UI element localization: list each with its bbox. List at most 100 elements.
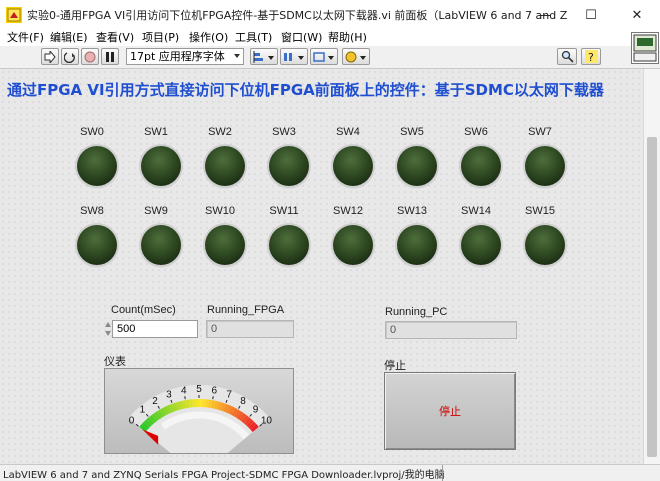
maximize-button[interactable]: ☐ xyxy=(568,0,614,30)
led-label-sw1: SW1 xyxy=(144,126,168,138)
count-label: Count(mSec) xyxy=(111,304,176,316)
gauge-tick-label: 0 xyxy=(129,415,135,426)
abort-icon xyxy=(84,51,96,62)
resize-objects-icon xyxy=(313,51,334,62)
align-objects-icon xyxy=(253,50,274,63)
led-label-sw5: SW5 xyxy=(400,126,424,138)
title-bar: 实验0-通用FPGA VI引用访问下位机FPGA控件-基于SDMC以太网下载器.… xyxy=(0,0,660,31)
maximize-icon: ☐ xyxy=(585,7,597,23)
count-input[interactable]: 500 xyxy=(112,320,198,338)
gauge-tick-label: 8 xyxy=(240,396,246,407)
distribute-objects-button[interactable] xyxy=(280,48,308,65)
stop-label: 停止 xyxy=(384,360,406,372)
align-objects-button[interactable] xyxy=(250,48,278,65)
gauge-tick-label: 10 xyxy=(261,415,273,426)
gauge-tick xyxy=(184,396,186,400)
run-continuously-button[interactable] xyxy=(61,48,79,65)
run-button[interactable] xyxy=(41,48,59,65)
abort-button[interactable] xyxy=(81,48,99,65)
led-label-sw7: SW7 xyxy=(528,126,552,138)
led-label-sw15: SW15 xyxy=(525,205,555,217)
led-label-sw11: SW11 xyxy=(269,205,299,217)
vertical-scrollbar[interactable] xyxy=(643,69,660,464)
chevron-down-icon xyxy=(234,54,240,58)
led-sw1[interactable] xyxy=(141,146,181,186)
count-spinner-icon[interactable] xyxy=(104,320,112,338)
context-help-button[interactable]: ? xyxy=(581,48,601,65)
led-sw9[interactable] xyxy=(141,225,181,265)
run-continuously-icon xyxy=(64,51,75,63)
led-sw2[interactable] xyxy=(205,146,245,186)
led-label-sw10: SW10 xyxy=(205,205,235,217)
labview-app-icon xyxy=(6,7,22,23)
context-help-icon: ? xyxy=(584,50,598,63)
running-fpga-indicator: 0 xyxy=(206,320,294,338)
font-select[interactable]: 17pt 应用程序字体 xyxy=(126,48,244,65)
led-label-sw14: SW14 xyxy=(461,205,491,217)
scrollbar-thumb[interactable] xyxy=(647,137,657,457)
menu-view[interactable]: 查看(V) xyxy=(96,30,134,46)
gauge-label: 仪表 xyxy=(104,356,126,368)
led-sw5[interactable] xyxy=(397,146,437,186)
menu-edit[interactable]: 编辑(E) xyxy=(50,30,88,46)
svg-text:?: ? xyxy=(588,51,594,63)
menu-operate[interactable]: 操作(O) xyxy=(189,30,228,46)
gauge-tick-label: 2 xyxy=(152,396,158,407)
close-button[interactable]: ✕ xyxy=(614,0,660,30)
search-button[interactable] xyxy=(557,48,577,65)
led-sw8[interactable] xyxy=(77,225,117,265)
gauge-tick-label: 9 xyxy=(253,405,259,416)
led-sw6[interactable] xyxy=(461,146,501,186)
running-fpga-label: Running_FPGA xyxy=(207,304,285,316)
led-label-sw3: SW3 xyxy=(272,126,296,138)
minimize-icon: — xyxy=(538,7,552,23)
gauge-tick-label: 3 xyxy=(166,389,172,400)
led-sw10[interactable] xyxy=(205,225,245,265)
pause-button[interactable] xyxy=(101,48,119,65)
menu-window[interactable]: 窗口(W) xyxy=(281,30,322,46)
menu-tools[interactable]: 工具(T) xyxy=(235,30,272,46)
led-label-sw6: SW6 xyxy=(464,126,488,138)
status-bar: LabVIEW 6 and 7 and ZYNQ Serials FPGA Pr… xyxy=(0,464,660,481)
led-sw15[interactable] xyxy=(525,225,565,265)
toolbar: 17pt 应用程序字体 ? xyxy=(0,32,660,69)
gauge-tick-label: 6 xyxy=(211,385,217,396)
gauge-tick-label: 5 xyxy=(196,384,202,395)
reorder-button[interactable] xyxy=(342,48,370,65)
resize-objects-button[interactable] xyxy=(310,48,338,65)
stop-button[interactable]: 停止 xyxy=(384,372,516,450)
led-sw3[interactable] xyxy=(269,146,309,186)
project-path: LabVIEW 6 and 7 and ZYNQ Serials FPGA Pr… xyxy=(3,470,445,481)
menu-bar: 文件(F) 编辑(E) 查看(V) 项目(P) 操作(O) 工具(T) 窗口(W… xyxy=(0,30,660,46)
led-sw12[interactable] xyxy=(333,225,373,265)
led-sw4[interactable] xyxy=(333,146,373,186)
menu-project[interactable]: 项目(P) xyxy=(142,30,179,46)
led-sw11[interactable] xyxy=(269,225,309,265)
led-label-sw12: SW12 xyxy=(333,205,363,217)
led-label-sw8: SW8 xyxy=(80,205,104,217)
vi-connector-icon[interactable] xyxy=(631,32,659,64)
gauge-tick-label: 1 xyxy=(140,405,146,416)
led-sw7[interactable] xyxy=(525,146,565,186)
led-label-sw9: SW9 xyxy=(144,205,168,217)
close-icon: ✕ xyxy=(631,7,643,23)
reorder-icon xyxy=(345,51,366,62)
pause-icon xyxy=(106,51,114,62)
led-label-sw0: SW0 xyxy=(80,126,104,138)
led-label-sw4: SW4 xyxy=(336,126,360,138)
gauge-band-segment xyxy=(199,399,203,408)
font-select-value: 17pt 应用程序字体 xyxy=(130,50,225,63)
gauge-band-segment xyxy=(195,399,199,408)
gauge-tick xyxy=(212,396,214,400)
led-sw0[interactable] xyxy=(77,146,117,186)
led-label-sw2: SW2 xyxy=(208,126,232,138)
menu-file[interactable]: 文件(F) xyxy=(7,30,44,46)
led-sw13[interactable] xyxy=(397,225,437,265)
vi-icon-graphic xyxy=(633,34,657,62)
search-icon xyxy=(561,50,574,63)
window-title: 实验0-通用FPGA VI引用访问下位机FPGA控件-基于SDMC以太网下载器.… xyxy=(27,9,567,22)
menu-help[interactable]: 帮助(H) xyxy=(328,30,367,46)
gauge: 0 1 2 3 4 5 6 7 8 9 10 xyxy=(104,368,294,477)
led-sw14[interactable] xyxy=(461,225,501,265)
minimize-button[interactable]: — xyxy=(522,0,568,30)
